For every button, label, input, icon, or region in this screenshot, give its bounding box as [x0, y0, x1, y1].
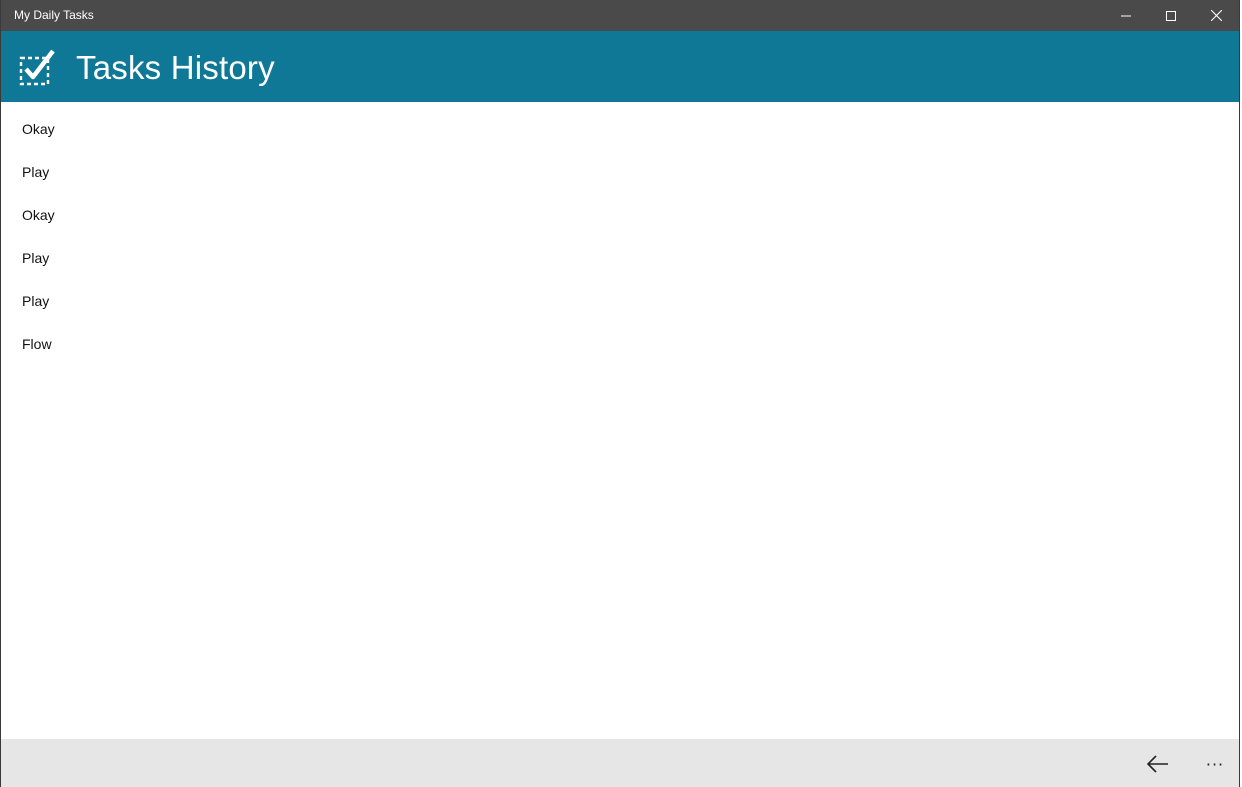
window-title: My Daily Tasks — [14, 8, 94, 22]
title-bar[interactable]: My Daily Tasks — [1, 0, 1239, 31]
close-icon — [1210, 10, 1222, 21]
arrow-left-icon — [1147, 755, 1168, 773]
minimize-button[interactable] — [1103, 0, 1149, 31]
close-button[interactable] — [1193, 0, 1239, 31]
list-item[interactable]: Okay — [22, 119, 55, 162]
page-title: Tasks History — [76, 49, 275, 86]
bottom-app-bar: ··· — [1, 739, 1239, 787]
more-options-button[interactable]: ··· — [1195, 743, 1235, 785]
list-item[interactable]: Play — [22, 248, 49, 291]
list-item[interactable]: Play — [22, 162, 49, 205]
maximize-icon — [1166, 10, 1176, 21]
app-window: My Daily Tasks Tasks History Okay Play O… — [0, 0, 1240, 787]
checkbox-checked-icon — [19, 49, 55, 86]
tasks-history-list: Okay Play Okay Play Play Flow — [1, 102, 1239, 739]
list-item[interactable]: Flow — [22, 334, 52, 377]
page-header: Tasks History — [1, 31, 1239, 102]
list-item[interactable]: Okay — [22, 205, 55, 248]
maximize-button[interactable] — [1148, 0, 1194, 31]
back-button[interactable] — [1137, 743, 1179, 785]
minimize-icon — [1121, 15, 1131, 16]
list-item[interactable]: Play — [22, 291, 49, 334]
